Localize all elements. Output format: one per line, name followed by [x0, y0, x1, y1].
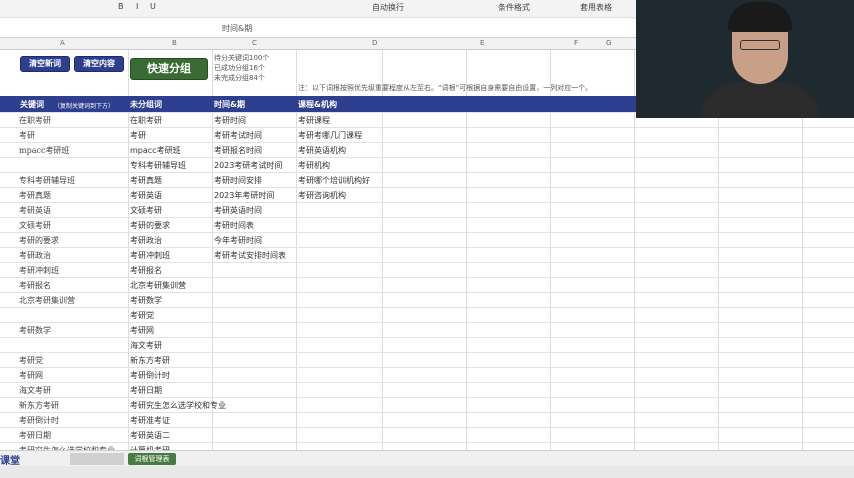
webcam-overlay	[636, 0, 854, 118]
keyword-cell[interactable]: 在职考研	[19, 115, 51, 126]
ungrouped-cell[interactable]: 在职考研	[130, 115, 162, 126]
time-period-header: 时间&期	[214, 100, 245, 109]
ungrouped-cell[interactable]: mpacc考研班	[130, 145, 181, 156]
column-header[interactable]: G	[606, 39, 611, 47]
ungrouped-cell[interactable]: 考研政治	[130, 235, 162, 246]
keyword-header: 关键词	[20, 100, 44, 109]
keyword-cell[interactable]: 考研政治	[19, 250, 51, 261]
keyword-cell[interactable]: 考研党	[19, 355, 43, 366]
ungrouped-cell[interactable]: 考研真题	[130, 175, 162, 186]
wrap-text-button[interactable]: 自动换行	[372, 2, 404, 13]
course-org-header: 课程&机构	[298, 100, 337, 109]
stat-grouped: 已成功分组16个	[214, 64, 265, 72]
presenter-glasses	[740, 40, 780, 50]
time-period-cell[interactable]: 考研英语时间	[214, 205, 262, 216]
italic-button[interactable]: I	[136, 2, 138, 11]
time-period-cell[interactable]: 2023考研考试时间	[214, 160, 282, 171]
ungrouped-cell[interactable]: 考研网	[130, 325, 154, 336]
keyword-cell[interactable]: 考研报名	[19, 280, 51, 291]
ungrouped-cell[interactable]: 考研日期	[130, 385, 162, 396]
keyword-header-hint: （复制关键词到下方）	[54, 103, 115, 110]
keyword-cell[interactable]: 考研英语	[19, 205, 51, 216]
stat-pending: 待分关键词100个	[214, 54, 270, 62]
ungrouped-cell[interactable]: 考研党	[130, 310, 154, 321]
course-org-cell[interactable]: 考研机构	[298, 160, 330, 171]
course-org-cell[interactable]: 考研英语机构	[298, 145, 346, 156]
ungrouped-cell[interactable]: 北京考研集训营	[130, 280, 186, 291]
stat-ungrouped: 未完成分组84个	[214, 74, 265, 82]
ungrouped-cell[interactable]: 考研英语二	[130, 430, 170, 441]
ungrouped-cell[interactable]: 考研数学	[130, 295, 162, 306]
table-style-button[interactable]: 套用表格	[580, 2, 612, 13]
brand-logo: 课堂	[0, 456, 20, 467]
time-period-cell[interactable]: 2023年考研时间	[214, 190, 274, 201]
ungrouped-cell[interactable]: 新东方考研	[130, 355, 170, 366]
ungrouped-cell[interactable]: 考研究生怎么选学校和专业	[130, 400, 226, 411]
keyword-cell[interactable]: 文硕考研	[19, 220, 51, 231]
keyword-cell[interactable]: 考研日期	[19, 430, 51, 441]
time-period-cell[interactable]: 考研报名时间	[214, 145, 262, 156]
column-header[interactable]: F	[574, 39, 578, 47]
time-period-cell[interactable]: 考研时间	[214, 115, 246, 126]
quick-group-button[interactable]: 快速分组	[130, 58, 208, 80]
course-org-cell[interactable]: 考研课程	[298, 115, 330, 126]
conditional-format-button[interactable]: 条件格式	[498, 2, 530, 13]
time-period-cell[interactable]: 考研考试时间	[214, 130, 262, 141]
ungrouped-cell[interactable]: 考研倒计时	[130, 370, 170, 381]
table-header-row: 关键词 （复制关键词到下方） 未分组词 时间&期 课程&机构	[0, 96, 640, 112]
ungrouped-cell[interactable]: 海文考研	[130, 340, 162, 351]
clear-new-words-button[interactable]: 清空新词	[20, 56, 70, 72]
ungrouped-cell[interactable]: 考研准考证	[130, 415, 170, 426]
grouping-stats: 待分关键词100个 已成功分组16个 未完成分组84个	[214, 53, 269, 83]
course-org-cell[interactable]: 考研哪个培训机构好	[298, 175, 370, 186]
underline-button[interactable]: U	[150, 2, 156, 11]
course-org-cell[interactable]: 考研咨询机构	[298, 190, 346, 201]
keyword-cell[interactable]: 考研数学	[19, 325, 51, 336]
ungrouped-header: 未分组词	[130, 100, 162, 109]
time-period-cell[interactable]: 考研时间安排	[214, 175, 262, 186]
ungrouped-cell[interactable]: 专科考研辅导班	[130, 160, 186, 171]
ungrouped-cell[interactable]: 考研	[130, 130, 146, 141]
formula-content[interactable]: 时间&期	[222, 23, 252, 34]
column-header[interactable]: A	[60, 39, 65, 47]
presenter-body	[700, 82, 820, 118]
course-org-cell[interactable]: 考研考哪几门课程	[298, 130, 362, 141]
keyword-cell[interactable]: 考研真题	[19, 190, 51, 201]
keyword-cell[interactable]: 北京考研集训营	[19, 295, 75, 306]
ungrouped-cell[interactable]: 文硕考研	[130, 205, 162, 216]
keyword-cell[interactable]: 专科考研辅导班	[19, 175, 75, 186]
keyword-cell[interactable]: 海文考研	[19, 385, 51, 396]
ungrouped-cell[interactable]: 考研报名	[130, 265, 162, 276]
sheet-tab[interactable]	[70, 453, 124, 465]
time-period-cell[interactable]: 今年考研时间	[214, 235, 262, 246]
ungrouped-cell[interactable]: 考研英语	[130, 190, 162, 201]
instruction-note: 注：以下词根按照优先级重要程度从左至右。“词根”可根据自身需要自由设置，一列对应…	[298, 84, 593, 92]
clear-content-button[interactable]: 清空内容	[74, 56, 124, 72]
time-period-cell[interactable]: 考研考试安排时间表	[214, 250, 286, 261]
time-period-cell[interactable]: 考研时间表	[214, 220, 254, 231]
column-header[interactable]: D	[372, 39, 377, 47]
keyword-cell[interactable]: 考研冲刺班	[19, 265, 59, 276]
ungrouped-cell[interactable]: 考研的要求	[130, 220, 170, 231]
keyword-cell[interactable]: 考研	[19, 130, 35, 141]
sheet-tab-bar: 词根管理表	[0, 450, 854, 466]
bold-button[interactable]: B	[118, 2, 124, 11]
keyword-cell[interactable]: 考研的要求	[19, 235, 59, 246]
keyword-cell[interactable]: 考研倒计时	[19, 415, 59, 426]
column-header[interactable]: C	[252, 39, 257, 47]
ungrouped-cell[interactable]: 考研冲刺班	[130, 250, 170, 261]
presenter-hair	[728, 2, 792, 32]
keyword-cell[interactable]: 新东方考研	[19, 400, 59, 411]
column-header[interactable]: B	[172, 39, 177, 47]
sheet-tab-active[interactable]: 词根管理表	[128, 453, 176, 465]
keyword-cell[interactable]: 考研网	[19, 370, 43, 381]
keyword-cell[interactable]: mpacc考研班	[19, 145, 69, 156]
column-header[interactable]: E	[480, 39, 484, 47]
status-bar	[0, 466, 854, 478]
